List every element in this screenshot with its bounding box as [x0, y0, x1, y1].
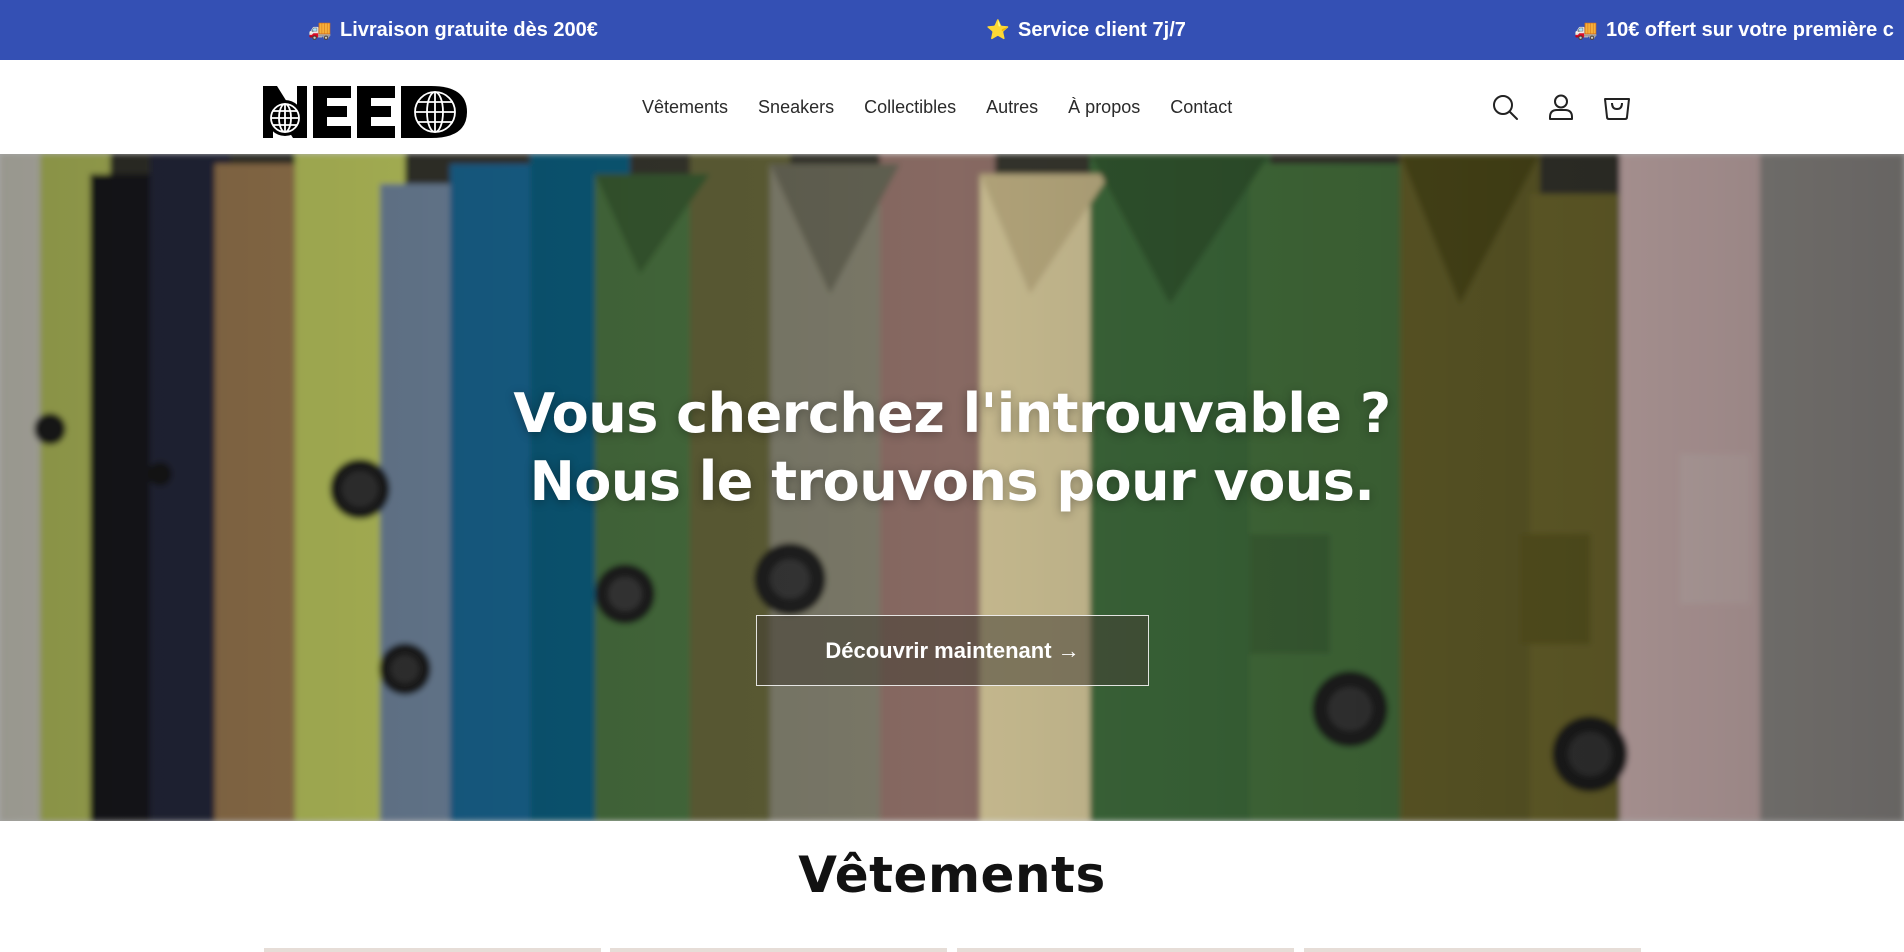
- announcement-text: 10€ offert sur votre première c: [1606, 18, 1894, 41]
- account-button[interactable]: [1544, 90, 1578, 124]
- nav-item-collectibles[interactable]: Collectibles: [849, 60, 971, 154]
- nav-item-autres[interactable]: Autres: [971, 60, 1053, 154]
- announcement-item[interactable]: ⭐ Service client 7j/7: [986, 0, 1186, 60]
- hero-title-line1: Vous cherchez l'introuvable ?: [513, 382, 1391, 445]
- cart-button[interactable]: [1600, 90, 1634, 124]
- announcement-item[interactable]: 🚚 Livraison gratuite dès 200€: [308, 0, 598, 60]
- header-icons: [1488, 60, 1634, 154]
- product-card-top-edge[interactable]: [610, 948, 947, 952]
- need-logo[interactable]: [263, 84, 467, 140]
- site-header: Vêtements Sneakers Collectibles Autres À…: [0, 60, 1904, 154]
- search-button[interactable]: [1488, 90, 1522, 124]
- section-title-vetements: Vêtements: [798, 846, 1106, 904]
- announcement-text: Service client 7j/7: [1018, 18, 1186, 41]
- cart-icon: [1604, 98, 1630, 120]
- discover-now-button[interactable]: Découvrir maintenant →: [756, 615, 1149, 686]
- hero-title: Vous cherchez l'introuvable ? Nous le tr…: [0, 380, 1904, 516]
- product-card-top-edge[interactable]: [957, 948, 1294, 952]
- announcement-text: Livraison gratuite dès 200€: [340, 18, 598, 41]
- announcement-item[interactable]: 🚚 10€ offert sur votre première c: [1574, 0, 1894, 60]
- announcement-bar: 🚚 Livraison gratuite dès 200€ ⭐ Service …: [0, 0, 1904, 60]
- nav-item-contact[interactable]: Contact: [1155, 60, 1247, 154]
- hero-title-line2: Nous le trouvons pour vous.: [529, 450, 1375, 513]
- account-icon: [1549, 94, 1573, 120]
- delivery-truck-icon: 🚚: [308, 20, 332, 41]
- nav-item-sneakers[interactable]: Sneakers: [743, 60, 849, 154]
- hero-banner: Vous cherchez l'introuvable ? Nous le tr…: [0, 154, 1904, 821]
- product-card-top-edge[interactable]: [264, 948, 601, 952]
- nav-item-a-propos[interactable]: À propos: [1053, 60, 1155, 154]
- star-icon: ⭐: [986, 20, 1010, 41]
- product-card-top-edge[interactable]: [1304, 948, 1641, 952]
- main-nav: Vêtements Sneakers Collectibles Autres À…: [630, 60, 1247, 154]
- nav-item-vetements[interactable]: Vêtements: [630, 60, 743, 154]
- search-icon: [1493, 95, 1518, 120]
- delivery-truck-icon: 🚚: [1574, 20, 1598, 41]
